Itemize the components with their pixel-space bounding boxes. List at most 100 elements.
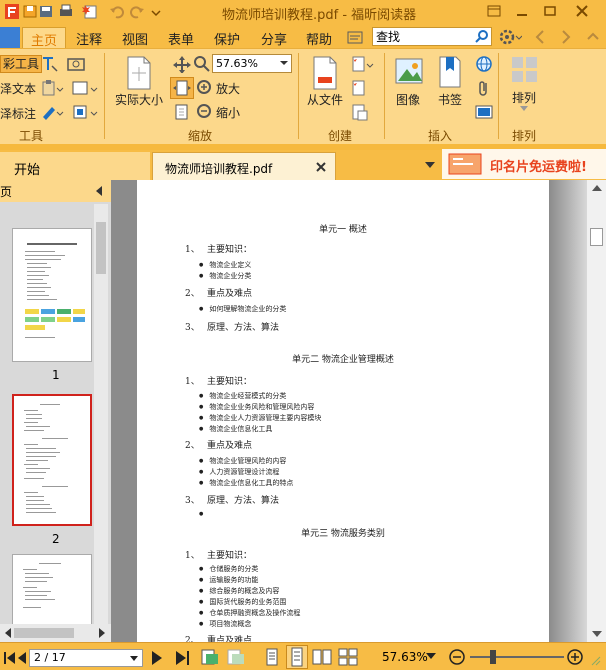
bookmark-icon[interactable] [436,55,464,89]
annotation-select-label[interactable]: 泽标注 [0,105,36,122]
window-menu-icon[interactable] [484,2,504,20]
document-scrollbar[interactable] [587,180,606,642]
tab-comment[interactable]: 注释 [70,27,108,48]
continuous-facing-icon[interactable] [338,648,358,666]
clipboard-icon[interactable] [40,79,66,97]
fit-visible-icon[interactable] [172,103,192,121]
link-globe-icon[interactable] [474,55,494,73]
create-from-file-button[interactable]: 从文件 [302,91,348,108]
fit-page-icon[interactable] [70,79,98,97]
zoom-in-button[interactable]: 放大 [216,80,240,97]
tab-list-dropdown-icon[interactable] [424,160,436,170]
blank-page-icon[interactable] [350,55,376,73]
collapse-ribbon-icon[interactable] [586,29,600,45]
zoom-out-button[interactable]: 缩小 [216,104,240,121]
bookmark-button[interactable]: 书签 [434,91,466,108]
tab-view[interactable]: 视图 [116,27,154,48]
continuous-page-icon[interactable] [286,645,308,669]
tell-me-icon[interactable] [346,30,366,46]
zoom-tool-icon[interactable] [192,55,212,73]
print-icon[interactable] [58,3,76,20]
pan-icon[interactable] [172,55,192,73]
thumbnail-hscrollbar[interactable] [0,624,111,642]
group-label-create: 创建 [327,129,352,143]
next-page-icon[interactable] [152,651,162,665]
file-menu-button[interactable] [0,27,20,48]
tab-start[interactable]: 开始 [0,152,150,180]
scanner-icon[interactable] [350,79,376,97]
typewriter-icon[interactable] [40,103,66,121]
tab-share[interactable]: 分享 [255,27,293,48]
last-page-icon[interactable] [176,651,190,665]
search-box[interactable] [372,27,492,46]
facing-pages-icon[interactable] [312,648,332,666]
collapse-panel-icon[interactable] [94,185,104,197]
page-thumbnail[interactable] [12,554,92,626]
restore-icon[interactable] [540,2,560,20]
hand-tool-button[interactable]: 彩工具 [0,55,43,73]
next-view-icon[interactable] [226,648,246,666]
rotate-page-icon[interactable] [70,103,98,121]
search-icon[interactable] [475,29,489,43]
zoom-in-icon[interactable] [196,79,214,97]
video-icon[interactable] [474,103,494,121]
tab-help[interactable]: 帮助 [300,27,338,48]
new-sparkle-icon[interactable] [82,3,100,20]
zoom-out-status-icon[interactable] [448,648,466,666]
page-number-input[interactable]: 2 / 17 [29,649,143,667]
nav-back-icon[interactable] [534,29,546,45]
tab-form[interactable]: 表单 [162,27,200,48]
close-tab-icon[interactable] [315,161,327,173]
image-button[interactable]: 图像 [392,91,424,108]
image-icon[interactable] [394,55,424,89]
single-page-icon[interactable] [264,648,280,666]
arrange-icon[interactable] [510,55,540,85]
minimize-icon[interactable] [512,2,532,20]
undo-icon[interactable] [108,3,126,20]
previous-view-icon[interactable] [200,648,220,666]
fit-width-button[interactable] [170,77,194,99]
select-text-label[interactable]: 泽文本 [0,80,36,97]
prev-page-icon[interactable] [18,652,26,664]
zoom-slider-handle[interactable] [490,650,496,664]
tab-document[interactable]: 物流师培训教程.pdf [152,152,336,180]
scroll-down-icon[interactable] [592,630,602,638]
zoom-out-icon[interactable] [196,103,214,121]
zoom-dropdown-icon[interactable] [426,651,436,661]
page-thumbnail-selected[interactable] [12,394,92,526]
settings-gear-icon[interactable] [498,28,522,46]
search-input[interactable] [373,28,467,45]
save-icon[interactable] [38,3,56,20]
first-page-icon[interactable] [4,652,16,664]
redo-icon[interactable] [130,3,148,20]
zoom-slider[interactable] [470,650,564,664]
attachment-icon[interactable] [474,79,494,97]
zoom-in-status-icon[interactable] [566,648,584,666]
select-text-icon[interactable] [40,55,60,73]
clipboard-create-icon[interactable] [350,103,376,121]
ad-banner[interactable]: 印名片免运费啦! [442,149,606,179]
nav-forward-icon[interactable] [560,29,572,45]
thumbnail-scrollbar[interactable] [94,204,108,624]
arrange-button[interactable]: 排列 [508,89,540,106]
document-view[interactable]: 单元一 概述 1、 主要知识： 物流企业定义 物流企业分类 2、 重点及难点 如… [111,180,587,642]
close-window-icon[interactable] [572,2,592,20]
scroll-left-icon[interactable] [4,628,12,638]
zoom-select[interactable]: 57.63% [212,54,292,73]
scrollbar-thumb[interactable] [96,222,106,274]
tab-home[interactable]: 主页 [22,27,66,49]
scroll-up-icon[interactable] [592,184,602,192]
tab-protect[interactable]: 保护 [208,27,246,48]
quick-access-dropdown-icon[interactable] [150,3,168,20]
snapshot-icon[interactable] [66,55,86,73]
page-thumbnail[interactable] [12,228,92,362]
hscroll-thumb[interactable] [14,628,74,638]
resize-grip-icon[interactable] [590,655,602,667]
scrollbar-thumb[interactable] [590,228,603,246]
actual-size-button[interactable]: 实际大小 [114,91,164,108]
thumbnail-preview [24,404,68,513]
scroll-right-icon[interactable] [98,628,106,638]
create-from-file-icon[interactable] [308,55,342,91]
actual-size-icon[interactable] [122,55,156,91]
arrange-dropdown-icon[interactable] [520,105,530,113]
